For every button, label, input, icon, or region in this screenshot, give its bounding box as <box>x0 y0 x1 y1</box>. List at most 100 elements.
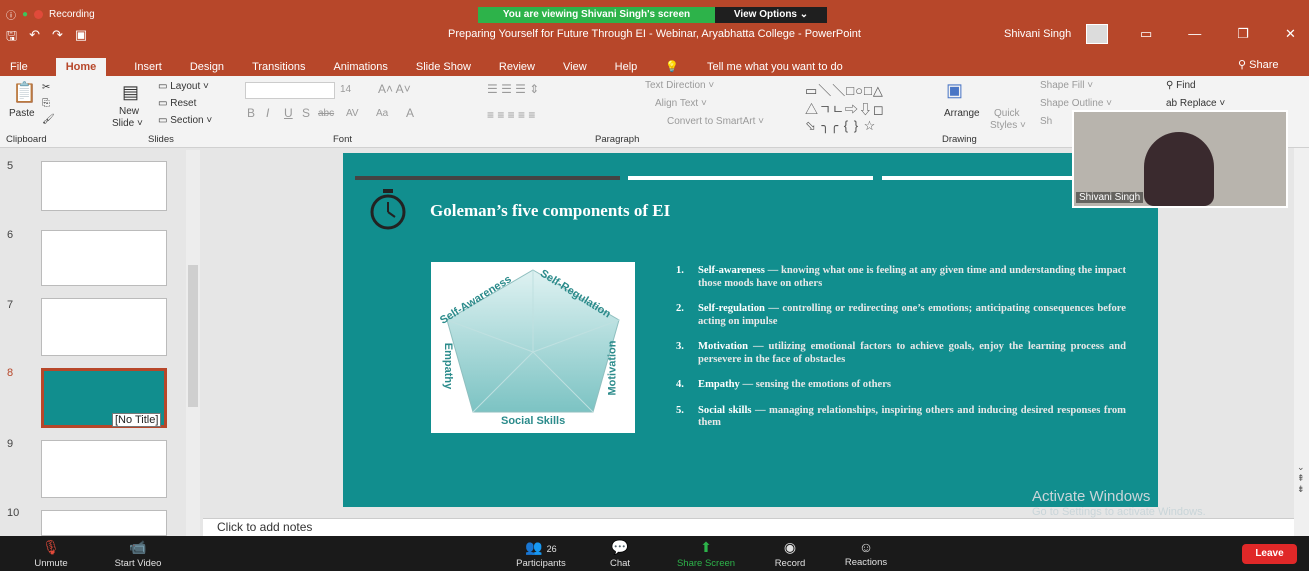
shapes-gallery[interactable]: ▭＼＼□○□△ △ㄱㄴ⇨⇩◻ ⬂ ╮╭ { } ☆ <box>805 80 885 134</box>
tab-animations[interactable]: Animations <box>333 61 387 73</box>
slide-thumbnail-5[interactable] <box>41 161 167 211</box>
case-button[interactable]: Aa <box>376 108 388 119</box>
font-size-field[interactable]: 14 <box>340 84 351 95</box>
ribbon-display-icon[interactable]: ▭ <box>1140 26 1152 42</box>
participants-button[interactable]: 👥 26 Participants <box>506 536 576 571</box>
item-key: Self-awareness <box>698 265 765 276</box>
tab-file[interactable]: File <box>10 61 28 73</box>
tab-view[interactable]: View <box>563 61 587 73</box>
recording-indicator[interactable]: ⓘ ● Recording <box>0 6 95 22</box>
tab-transitions[interactable]: Transitions <box>252 61 305 73</box>
font-color-button[interactable]: A <box>406 106 414 120</box>
chat-button[interactable]: 💬 Chat <box>602 536 638 571</box>
paste-button[interactable]: Paste <box>9 108 35 119</box>
start-video-button[interactable]: 📹 Start Video <box>102 536 174 571</box>
pentagon-diagram[interactable]: Self-Awareness Self-Regulation Motivatio… <box>431 262 635 433</box>
slides-group-label: Slides <box>148 134 174 145</box>
slide-number: 6 <box>7 229 14 241</box>
bullets-icon[interactable]: ☰ ☰ ☰ ⇕ <box>487 82 539 96</box>
pentagon-label: Social Skills <box>501 415 566 427</box>
slide-thumbnail-6[interactable] <box>41 230 167 286</box>
tab-home[interactable]: Home <box>55 57 107 76</box>
drawing-group-label: Drawing <box>942 134 977 145</box>
activation-watermark: Activate Windows <box>1032 488 1151 505</box>
new-slide-button[interactable]: New <box>119 106 139 117</box>
leave-button[interactable]: Leave <box>1242 544 1297 564</box>
smartart-button[interactable]: Convert to SmartArt ˅ <box>667 116 764 127</box>
spacing-button[interactable]: AV <box>346 108 359 119</box>
divider <box>355 176 620 180</box>
list-item: 5. Social skills — managing relationships… <box>676 404 1126 429</box>
copy-icon[interactable]: ⎘ <box>42 98 50 109</box>
slide-thumbnail-9[interactable] <box>41 440 167 498</box>
tab-help[interactable]: Help <box>615 61 638 73</box>
menu-tabs: File Home Insert Design Transitions Anim… <box>0 57 1309 76</box>
list-item: 1. Self-awareness — knowing what one is f… <box>676 265 1126 289</box>
page-nav-icons[interactable]: ⌄ ⇞ ⇟ <box>1297 462 1305 495</box>
italic-button[interactable]: I <box>266 106 269 120</box>
cut-icon[interactable]: ✂ <box>42 82 50 93</box>
align-text-button[interactable]: Align Text ˅ <box>655 98 707 109</box>
section-button[interactable]: ▭ Section ˅ <box>158 115 212 126</box>
pentagon-label: Empathy <box>442 342 455 390</box>
layout-button[interactable]: ▭ Layout ˅ <box>158 81 209 92</box>
view-options-button[interactable]: View Options ⌄ <box>715 7 827 23</box>
user-name[interactable]: Shivani Singh <box>1004 28 1071 40</box>
record-button[interactable]: ◉ Record <box>770 536 810 571</box>
new-slide-icon[interactable]: ▤ <box>122 82 139 103</box>
new-slide-dropdown[interactable]: Slide ˅ <box>112 118 143 129</box>
avatar[interactable] <box>1086 24 1108 44</box>
shape-fill-button[interactable]: Shape Fill ˅ <box>1040 80 1093 91</box>
chat-icon: 💬 <box>611 538 629 555</box>
share-screen-icon: ⬆ <box>700 538 712 555</box>
arrange-button[interactable]: Arrange <box>944 108 980 119</box>
reactions-button[interactable]: ☺ Reactions <box>838 536 894 571</box>
strikethrough-button[interactable]: abc <box>318 108 334 119</box>
slide-title[interactable]: Goleman’s five components of EI <box>430 201 670 221</box>
align-icons[interactable]: ≡ ≡ ≡ ≡ ≡ <box>487 108 535 122</box>
underline-button[interactable]: U <box>284 106 293 120</box>
unmute-button[interactable]: 🎙 Unmute <box>28 536 74 571</box>
replace-button[interactable]: ab Replace ˅ <box>1166 98 1225 109</box>
paste-icon[interactable]: 📋 <box>12 80 37 105</box>
clipboard-group-label: Clipboard <box>6 134 47 145</box>
quick-styles-button[interactable]: Quick <box>994 108 1020 119</box>
arrange-icon[interactable]: ▣ <box>946 80 963 101</box>
components-list[interactable]: 1. Self-awareness — knowing what one is f… <box>676 265 1126 443</box>
shape-outline-button[interactable]: Shape Outline ˅ <box>1040 98 1112 109</box>
info-icon[interactable]: ⓘ <box>6 7 16 22</box>
share-screen-button[interactable]: ⬆ Share Screen <box>670 536 742 571</box>
shadow-button[interactable]: S <box>302 106 310 120</box>
quick-styles-dropdown[interactable]: Styles ˅ <box>990 120 1026 131</box>
notes-pane[interactable] <box>203 518 1294 536</box>
notes-placeholder[interactable]: Click to add notes <box>217 520 312 534</box>
tab-slide-show[interactable]: Slide Show <box>416 61 471 73</box>
tab-insert[interactable]: Insert <box>134 61 162 73</box>
close-icon[interactable]: ✕ <box>1285 26 1296 42</box>
shield-icon: ● <box>22 8 29 20</box>
slides-scrollbar-thumb[interactable] <box>188 265 198 407</box>
tell-me-input[interactable]: Tell me what you want to do <box>707 61 843 73</box>
format-painter-icon[interactable]: 🖌 <box>42 114 55 125</box>
grow-font-icon[interactable]: A˄ A˅ <box>378 82 411 96</box>
slide-number: 10 <box>7 507 20 519</box>
participants-icon: 👥 26 <box>525 538 557 555</box>
reset-button[interactable]: ▭ Reset <box>158 98 196 109</box>
minimize-icon[interactable]: — <box>1188 26 1201 42</box>
slide-thumbnail-10[interactable] <box>41 510 167 536</box>
replace-icon: ab <box>1166 98 1180 109</box>
text-direction-button[interactable]: Text Direction ˅ <box>645 80 714 91</box>
shape-effects-button[interactable]: Sh <box>1040 116 1052 127</box>
slide-thumbnail-7[interactable] <box>41 298 167 356</box>
record-icon: ◉ <box>783 538 797 555</box>
reset-icon: ▭ <box>158 98 171 109</box>
tab-design[interactable]: Design <box>190 61 224 73</box>
tab-review[interactable]: Review <box>499 61 535 73</box>
find-button[interactable]: ⚲ Find <box>1166 80 1196 91</box>
divider <box>628 176 873 180</box>
section-icon: ▭ <box>158 115 171 126</box>
share-button[interactable]: ⚲ Share <box>1238 58 1278 71</box>
bold-button[interactable]: B <box>247 106 255 120</box>
font-name-field[interactable] <box>245 82 335 99</box>
restore-icon[interactable]: ❐ <box>1237 26 1249 42</box>
